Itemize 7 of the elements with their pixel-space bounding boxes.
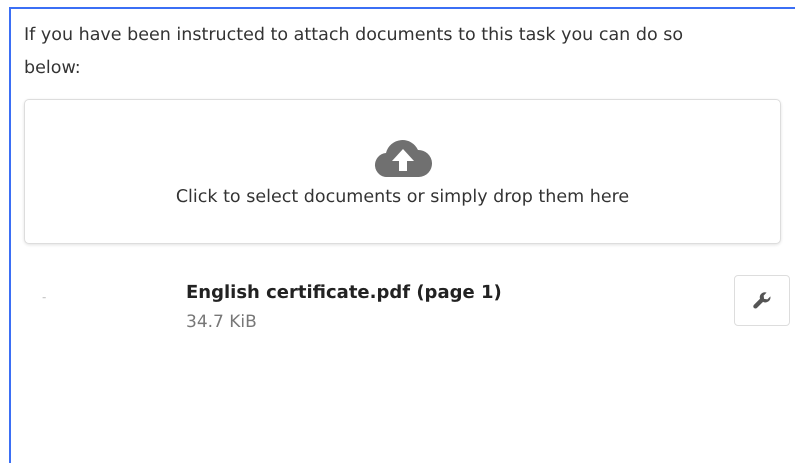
dropzone[interactable]: Click to select documents or simply drop them here bbox=[24, 99, 781, 244]
file-name: English certificate.pdf (page 1) bbox=[186, 282, 503, 303]
file-size: 34.7 KiB bbox=[186, 312, 258, 332]
instructions-text: If you have been instructed to attach documents to this task you can do so below: bbox=[24, 24, 684, 80]
wrench-icon bbox=[752, 290, 772, 310]
wrench-button[interactable] bbox=[734, 275, 790, 326]
thumbnail-dash: - bbox=[42, 290, 46, 304]
